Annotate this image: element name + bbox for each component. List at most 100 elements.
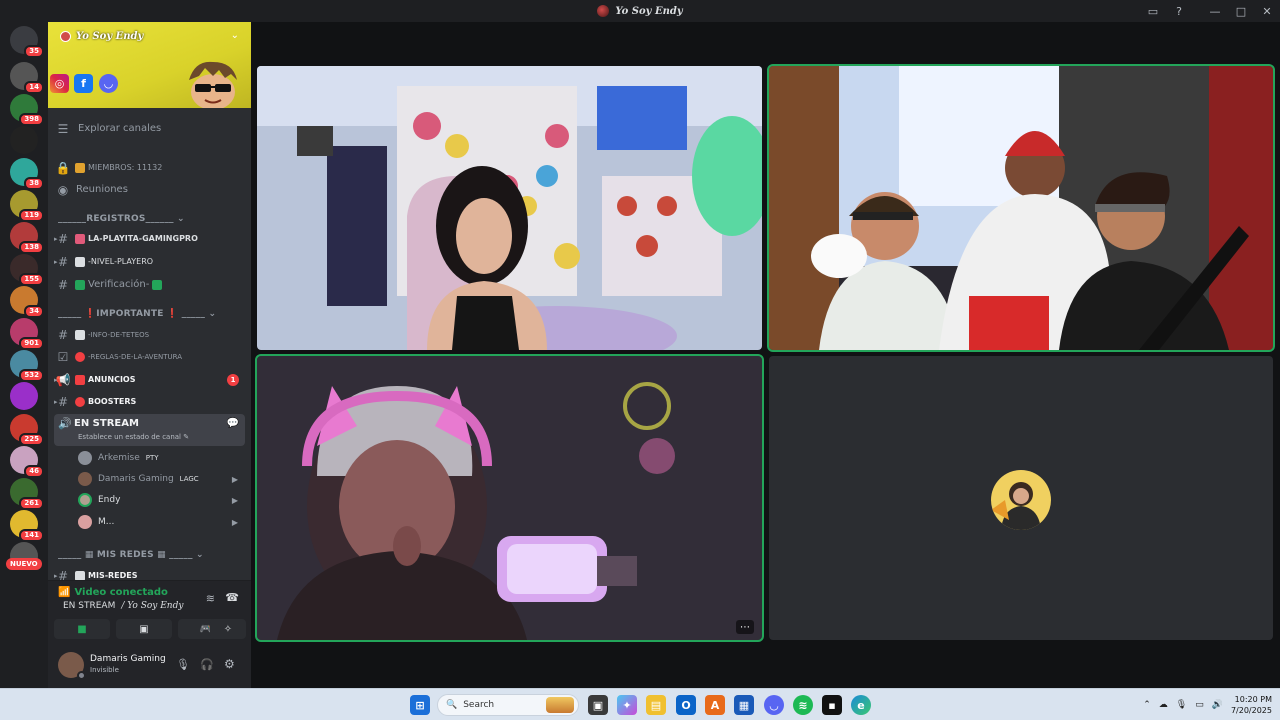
taskbar-search[interactable]: 🔍 Search <box>437 694 579 716</box>
mention-badge: 532 <box>19 369 44 382</box>
channel-anuncios[interactable]: ▸ 📢 ANUNCIOS 1 <box>54 369 245 390</box>
server-icon[interactable] <box>10 382 38 410</box>
connection-status[interactable]: 📶 Video conectado <box>58 587 168 598</box>
disconnect-icon[interactable]: ☎ <box>225 591 239 604</box>
hashtag-icon: # <box>57 277 69 292</box>
copilot-icon[interactable]: ✦ <box>617 695 637 715</box>
server-icon[interactable]: 138 <box>10 222 44 254</box>
display-icon[interactable]: ▭ <box>1195 700 1204 710</box>
server-icon[interactable]: 398 <box>10 94 44 126</box>
category-registros[interactable]: ______REGISTROS______ ⌄ <box>58 214 185 224</box>
onedrive-icon[interactable]: ☁ <box>1159 700 1168 710</box>
channel-verificacion[interactable]: # Verificación- <box>54 274 245 295</box>
server-banner[interactable]: Yo Soy Endy ⌄ ◎ f ◡ <box>48 22 251 108</box>
channel-info-teteos[interactable]: # -INFO-DE-TETEOS <box>54 324 245 345</box>
start-button[interactable]: ⊞ <box>410 695 430 715</box>
video-tile-2[interactable] <box>767 64 1275 352</box>
channel-boosters[interactable]: ▸ # BOOSTERS <box>54 391 245 412</box>
help-icon[interactable]: ? <box>1166 0 1192 22</box>
close-button[interactable]: ✕ <box>1254 0 1280 22</box>
channel-status-prompt[interactable]: Establece un estado de canal ✎ <box>78 433 189 441</box>
user-status: Invisible <box>90 666 119 674</box>
avatar[interactable] <box>58 652 86 680</box>
server-icon[interactable]: 46 <box>10 446 44 478</box>
channel-sidebar: Yo Soy Endy ⌄ ◎ f ◡ ☰ Explorar canales 🔒… <box>48 22 251 688</box>
video-tile-1[interactable] <box>257 66 762 350</box>
video-tile-4-no-camera[interactable] <box>769 356 1273 640</box>
explore-channels[interactable]: ☰ Explorar canales <box>54 118 245 139</box>
rules-icon: ☑ <box>57 349 69 364</box>
file-explorer-icon[interactable]: ▤ <box>646 695 666 715</box>
voice-user[interactable]: Damaris Gaming LAGC ▶ <box>78 469 238 489</box>
mention-badge: 398 <box>19 113 44 126</box>
headphones-icon[interactable]: 🎧 <box>200 658 214 671</box>
banner-avatar-art <box>189 61 237 108</box>
server-icon[interactable]: 141 <box>10 510 44 542</box>
server-icon[interactable] <box>10 126 38 154</box>
minimize-button[interactable]: — <box>1202 0 1228 22</box>
server-icon[interactable]: 261 <box>10 478 44 510</box>
server-icon[interactable]: 901 <box>10 318 44 350</box>
volume-icon[interactable]: 🔊 <box>1212 700 1223 710</box>
camera-icon: ▶ <box>231 495 238 505</box>
store-icon[interactable]: ▦ <box>734 695 754 715</box>
category-importante[interactable]: _____ ❗IMPORTANTE ❗ _____ ⌄ <box>58 309 216 319</box>
server-icon[interactable]: 532 <box>10 350 44 382</box>
server-name-header[interactable]: Yo Soy Endy <box>60 31 143 42</box>
video-tile-3[interactable]: ⋯ <box>255 354 764 642</box>
server-icon[interactable]: 119 <box>10 190 44 222</box>
microphone-icon[interactable]: 🎙 <box>1176 700 1187 710</box>
server-icon[interactable]: 14 <box>10 62 44 94</box>
category-mis-redes[interactable]: _____ ▦ MIS REDES ▦ _____ ⌄ <box>58 550 204 560</box>
server-icon[interactable]: 35 <box>10 26 44 58</box>
chat-bubble-icon[interactable]: 💬 <box>227 418 239 429</box>
camera-toggle-button[interactable]: ■ <box>54 619 110 639</box>
hashtag-icon: # <box>57 327 69 342</box>
server-icon[interactable]: 225 <box>10 414 44 446</box>
noise-suppression-icon[interactable]: ≋ <box>206 592 215 605</box>
mention-badge: 141 <box>19 529 44 542</box>
app-a-icon[interactable]: A <box>705 695 725 715</box>
channel-playita[interactable]: ▸ # LA-PLAYITA-GAMINGPRO <box>54 228 245 249</box>
members-count: 🔒 MIEMBROS: 11132 <box>55 160 163 175</box>
more-options-button[interactable]: ⋯ <box>736 620 754 634</box>
signal-icon: 📶 <box>58 587 71 598</box>
task-view-icon[interactable]: ▣ <box>588 695 608 715</box>
channel-reglas[interactable]: ☑ -REGLAS-DE-LA-AVENTURA <box>54 346 245 367</box>
discord-taskbar-icon[interactable]: ◡ <box>764 695 784 715</box>
mention-badge: 34 <box>24 305 44 318</box>
mention-badge: 14 <box>24 81 44 94</box>
voice-user[interactable]: M... ▶ <box>78 512 238 532</box>
title-bar-actions: ▭ ? — □ ✕ <box>1140 0 1280 22</box>
server-icon[interactable]: 38 <box>10 158 44 190</box>
mention-badge: 155 <box>19 273 44 286</box>
video-frame-dark <box>257 356 762 640</box>
calendar-icon: ◉ <box>57 182 69 197</box>
outlook-icon[interactable]: O <box>676 695 696 715</box>
new-badge[interactable]: NUEVO <box>6 558 42 570</box>
voice-user[interactable]: Endy ▶ <box>78 490 238 510</box>
edge-icon[interactable]: e <box>851 695 871 715</box>
spotify-icon[interactable]: ≋ <box>793 695 813 715</box>
microphone-icon[interactable]: 🎙 <box>176 658 190 671</box>
clock[interactable]: 10:20 PM 7/20/2025 <box>1231 694 1272 716</box>
inbox-icon[interactable]: ▭ <box>1140 0 1166 22</box>
video-frame-studio <box>769 66 1273 350</box>
connected-location[interactable]: EN STREAM / Yo Soy Endy <box>60 601 183 611</box>
system-tray: ⌃ ☁ 🎙 ▭ 🔊 10:20 PM 7/20/2025 <box>1143 693 1272 717</box>
meetings-link[interactable]: ◉ Reuniones <box>54 179 245 200</box>
server-icon[interactable]: 155 <box>10 254 44 286</box>
video-frame-room <box>257 66 762 350</box>
chevron-down-icon[interactable]: ⌄ <box>231 30 239 41</box>
channel-nivel-playero[interactable]: ▸ # -NIVEL-PLAYERO <box>54 251 245 272</box>
voice-user[interactable]: Arkemise PTY <box>78 448 238 468</box>
app-green-icon[interactable]: ▪ <box>822 695 842 715</box>
server-icon[interactable]: 34 <box>10 286 44 318</box>
gear-icon[interactable]: ⚙ <box>224 657 235 671</box>
screen-share-button[interactable]: ▣ <box>116 619 172 639</box>
voice-channel-en-stream[interactable]: 🔊 EN STREAM Establece un estado de canal… <box>54 414 245 446</box>
chevron-up-icon[interactable]: ⌃ <box>1143 700 1151 710</box>
soundboard-button[interactable]: ✧ <box>210 619 246 639</box>
maximize-button[interactable]: □ <box>1228 0 1254 22</box>
mention-badge: 138 <box>19 241 44 254</box>
